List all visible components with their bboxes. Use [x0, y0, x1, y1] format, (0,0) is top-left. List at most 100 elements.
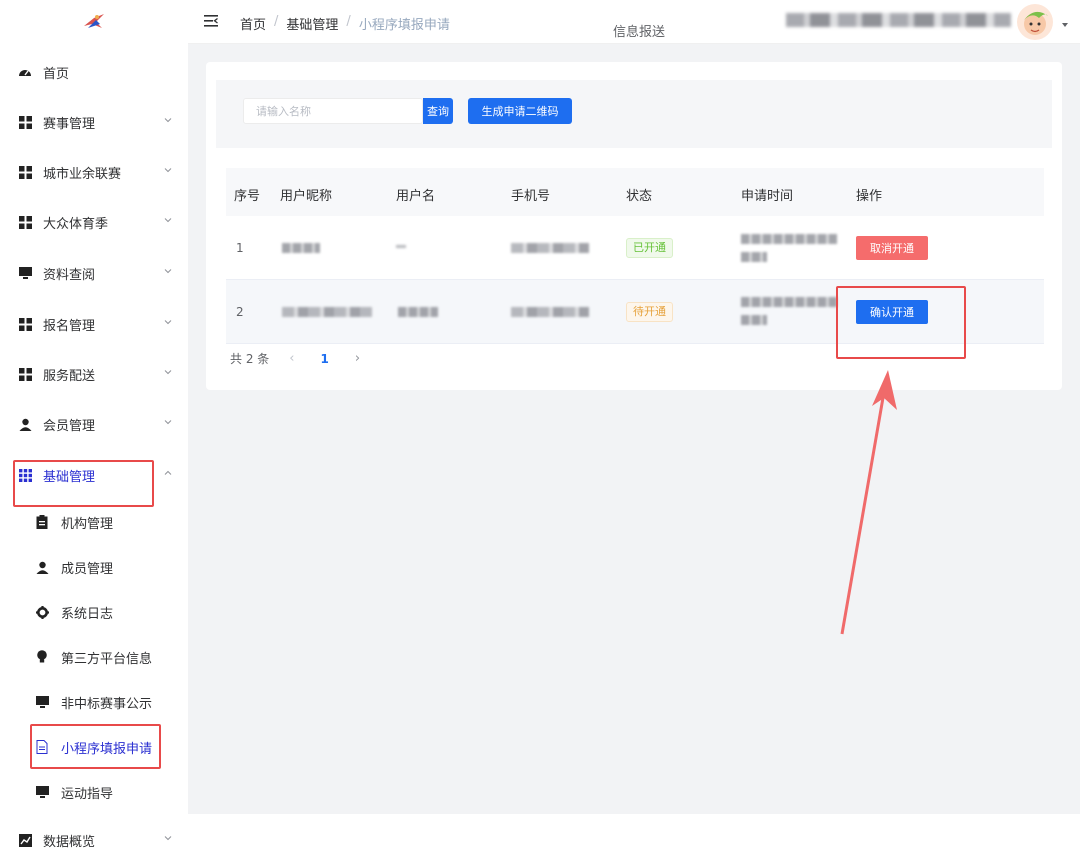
sidebar-item-service-delivery[interactable]: 服务配送: [0, 359, 188, 389]
top-header: 首页 / 基础管理 / 小程序填报申请 信息报送: [188, 0, 1080, 44]
apply-time-blurred: [741, 297, 837, 307]
grid-icon: [18, 367, 32, 381]
row-index: 1: [236, 241, 244, 255]
chevron-up-icon: [164, 470, 172, 475]
avatar[interactable]: [1017, 4, 1053, 40]
chevron-down-icon: [164, 218, 172, 223]
sidebar-item-label: 基础管理: [43, 469, 96, 485]
user-icon: [35, 560, 49, 574]
prev-page-button[interactable]: ‹: [289, 351, 294, 366]
phone-blurred: [511, 307, 589, 317]
sidebar-subitem-sports-guidance[interactable]: 运动指导: [0, 777, 188, 807]
sidebar-item-label: 城市业余联赛: [43, 166, 122, 182]
cancel-activation-button[interactable]: 取消开通: [856, 236, 928, 260]
sidebar-item-registration[interactable]: 报名管理: [0, 309, 188, 339]
sidebar-item-label: 资料查阅: [43, 267, 96, 283]
chart-icon: [18, 833, 32, 847]
document-icon: [35, 740, 49, 754]
sidebar-item-label: 数据概览: [43, 834, 96, 850]
monitor-icon: [18, 266, 32, 280]
monitor-icon: [35, 785, 49, 799]
sidebar-subitem-label: 第三方平台信息: [61, 651, 153, 667]
chevron-down-icon: [164, 168, 172, 173]
sidebar-item-documents[interactable]: 资料查阅: [0, 258, 188, 288]
caret-down-icon[interactable]: [1062, 23, 1068, 27]
status-badge: 已开通: [626, 238, 673, 258]
sidebar-item-label: 赛事管理: [43, 116, 96, 132]
breadcrumb-home[interactable]: 首页: [240, 14, 266, 33]
status-badge: 待开通: [626, 302, 673, 322]
sidebar-subitem-non-winning-events[interactable]: 非中标赛事公示: [0, 687, 188, 717]
main-content: 查询 生成申请二维码 序号 用户昵称 用户名 手机号 状态 申请时间 操作 1 …: [188, 44, 1080, 814]
clipboard-icon: [35, 515, 49, 529]
breadcrumb-separator: /: [346, 14, 351, 29]
user-info-blurred: [786, 13, 1011, 27]
column-header: 用户昵称: [280, 189, 333, 204]
column-header: 手机号: [511, 189, 551, 204]
apply-time-blurred: [741, 234, 837, 244]
user-icon: [18, 417, 32, 431]
chevron-down-icon: [164, 118, 172, 123]
nickname-blurred: [282, 243, 320, 253]
pagination: 共 2 条 ‹ 1 ›: [230, 350, 360, 367]
grid-icon: [18, 317, 32, 331]
sidebar-item-label: 服务配送: [43, 368, 96, 384]
grid-icon: [18, 165, 32, 179]
sidebar: 首页 赛事管理 城市业余联赛 大众体育季 资料查阅 报名管理 服务配送 会员管理…: [0, 0, 188, 858]
breadcrumb: 首页 / 基础管理 / 小程序填报申请: [240, 14, 450, 33]
sidebar-subitem-member-management[interactable]: 成员管理: [0, 552, 188, 582]
search-input[interactable]: [243, 98, 423, 124]
header-title: 信息报送: [613, 25, 666, 40]
bulb-icon: [35, 650, 49, 664]
column-header: 操作: [856, 189, 883, 204]
chevron-down-icon: [164, 420, 172, 425]
sidebar-subitem-label: 机构管理: [61, 516, 114, 532]
sidebar-subitem-label: 系统日志: [61, 606, 114, 622]
menu-toggle-icon[interactable]: [204, 15, 218, 27]
monitor-icon: [35, 695, 49, 709]
column-header: 序号: [234, 189, 261, 204]
breadcrumb-basic-management[interactable]: 基础管理: [286, 14, 338, 33]
phone-blurred: [511, 243, 589, 253]
dashboard-icon: [18, 65, 32, 79]
sidebar-item-label: 首页: [43, 66, 70, 82]
apply-time-blurred: [741, 252, 767, 262]
chevron-down-icon: [164, 269, 172, 274]
chevron-down-icon: [164, 370, 172, 375]
sidebar-subitem-miniprogram-application[interactable]: 小程序填报申请: [0, 732, 188, 762]
sidebar-item-label: 报名管理: [43, 318, 96, 334]
page-number[interactable]: 1: [320, 352, 328, 366]
logo[interactable]: [0, 0, 188, 44]
gear-icon: [35, 605, 49, 619]
next-page-button[interactable]: ›: [355, 351, 360, 366]
confirm-activation-button[interactable]: 确认开通: [856, 300, 928, 324]
query-button[interactable]: 查询: [423, 98, 453, 124]
sidebar-item-city-league[interactable]: 城市业余联赛: [0, 157, 188, 187]
sidebar-subitem-third-party[interactable]: 第三方平台信息: [0, 642, 188, 672]
apply-time-blurred: [741, 315, 767, 325]
sidebar-item-home[interactable]: 首页: [0, 57, 188, 87]
sidebar-subitem-label: 运动指导: [61, 786, 114, 802]
pagination-total: 共 2 条: [230, 352, 270, 366]
table-header: 序号 用户昵称 用户名 手机号 状态 申请时间 操作: [226, 168, 1044, 216]
sidebar-item-public-sports[interactable]: 大众体育季: [0, 207, 188, 237]
row-index: 2: [236, 305, 244, 319]
generate-qr-button[interactable]: 生成申请二维码: [468, 98, 572, 124]
sidebar-subitem-org-management[interactable]: 机构管理: [0, 507, 188, 537]
sidebar-subitem-system-log[interactable]: 系统日志: [0, 597, 188, 627]
nickname-blurred: [282, 307, 372, 317]
sidebar-item-members[interactable]: 会员管理: [0, 409, 188, 439]
grid-icon: [18, 115, 32, 129]
sidebar-item-events[interactable]: 赛事管理: [0, 107, 188, 137]
column-header: 用户名: [396, 189, 436, 204]
apps-icon: [18, 468, 32, 482]
sidebar-item-basic-management[interactable]: 基础管理: [0, 460, 188, 490]
table-row: 1 已开通 取消开通: [226, 216, 1044, 280]
sidebar-subitem-label: 成员管理: [61, 561, 114, 577]
sidebar-subitem-label: 非中标赛事公示: [61, 696, 153, 712]
chevron-down-icon: [164, 836, 172, 841]
username-blurred: [396, 245, 406, 248]
breadcrumb-separator: /: [274, 14, 279, 29]
sidebar-item-data-overview[interactable]: 数据概览: [0, 825, 188, 855]
chevron-down-icon: [164, 320, 172, 325]
